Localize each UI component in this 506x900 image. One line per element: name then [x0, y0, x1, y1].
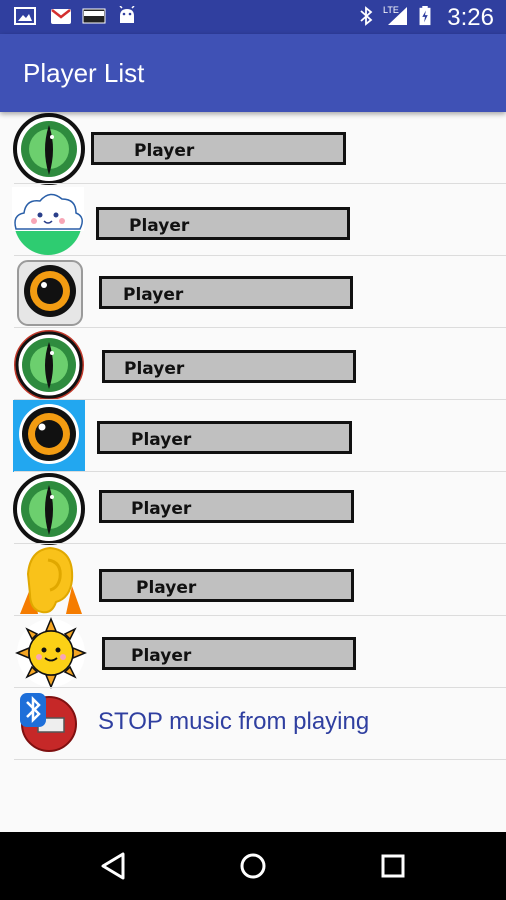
battery-icon	[419, 6, 431, 26]
stop-music-label: STOP music from playing	[98, 708, 370, 735]
network-type: LTE	[383, 5, 399, 15]
navigation-bar	[0, 832, 506, 900]
player-name: Player	[97, 421, 352, 454]
list-item[interactable]: Player	[0, 256, 506, 328]
player-name: Player	[102, 637, 356, 670]
player-name: Player	[99, 276, 353, 309]
list-item[interactable]: Player	[0, 616, 506, 689]
list-item[interactable]: Player	[0, 184, 506, 256]
bluetooth-stop-icon	[20, 693, 77, 752]
snake-eye-icon	[13, 113, 85, 185]
divider	[14, 759, 506, 760]
round-eye-blue-icon	[13, 400, 85, 472]
gmail-icon	[51, 9, 71, 24]
stop-music-item[interactable]: STOP music from playing	[0, 688, 506, 760]
snake-eye-icon	[13, 473, 85, 545]
clock: 3:26	[447, 4, 494, 31]
home-icon[interactable]	[235, 848, 271, 884]
list-item[interactable]: Player	[0, 112, 506, 185]
page-title: Player List	[23, 58, 145, 88]
list-item[interactable]: Player	[0, 400, 506, 472]
player-name: Player	[99, 490, 354, 523]
list-item[interactable]: Player	[0, 472, 506, 545]
bluetooth-icon	[360, 6, 373, 26]
player-name: Player	[99, 569, 354, 602]
status-bar: LTE 3:26	[0, 0, 506, 34]
list-item[interactable]: Player	[0, 544, 506, 616]
ear-icon	[20, 546, 82, 614]
player-name: Player	[96, 207, 350, 240]
back-icon[interactable]	[95, 848, 131, 884]
sun-icon	[15, 617, 87, 689]
cloud-icon	[12, 187, 84, 255]
player-name: Player	[102, 350, 356, 383]
recents-icon[interactable]	[375, 848, 411, 884]
android-icon	[119, 6, 135, 23]
gallery-icon	[14, 7, 36, 25]
list-item[interactable]: Player	[0, 328, 506, 400]
good-icon	[82, 8, 106, 24]
snake-eye-icon	[14, 330, 84, 400]
app-bar: Player List	[0, 34, 506, 112]
round-eye-icon	[17, 260, 83, 326]
player-name: Player	[91, 132, 346, 165]
